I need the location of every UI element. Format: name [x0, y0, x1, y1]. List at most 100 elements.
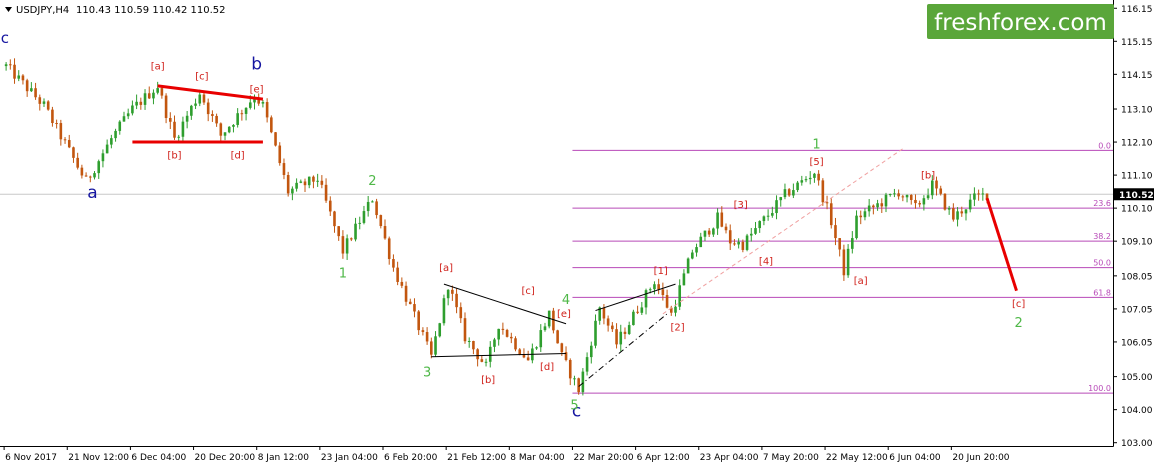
candle-body [501, 328, 505, 330]
candle-body [922, 198, 926, 205]
candle-body [594, 320, 597, 346]
y-tick-label: 103.00 [1121, 439, 1153, 449]
candle-body [312, 176, 315, 182]
candle-body [762, 216, 766, 222]
candle-body [943, 193, 947, 210]
candle-body [665, 295, 669, 308]
candle-body [573, 378, 576, 380]
candle-body [76, 157, 79, 168]
candle-body [38, 97, 42, 104]
candle-body [863, 211, 867, 218]
candle-body [851, 238, 854, 249]
candle-body [291, 188, 294, 194]
candle-body [686, 258, 690, 274]
candle-body [51, 109, 54, 124]
candle-body [232, 124, 235, 127]
candle-body [956, 211, 959, 220]
candle-body [931, 180, 934, 196]
x-tick-label: 23 Apr 04:00 [700, 453, 759, 463]
candle-body [396, 267, 399, 282]
candle-body [960, 211, 964, 214]
candle-body [800, 180, 804, 183]
candle-body [745, 235, 749, 250]
candle-body [611, 325, 614, 330]
wave-label: [a] [439, 263, 453, 274]
candle-body [400, 281, 404, 286]
fib-level-label: 0.0 [1098, 141, 1111, 150]
wave-label: [c] [1012, 299, 1025, 310]
candle-body [779, 197, 783, 201]
x-tick-label: 6 Feb 20:00 [384, 453, 438, 463]
y-tick-label: 109.10 [1121, 238, 1153, 248]
candle-body [156, 88, 159, 93]
candle-body [274, 132, 277, 146]
candle-body [867, 205, 871, 212]
wave-label: [a] [151, 61, 165, 72]
wave-label: [b] [921, 170, 935, 181]
candle-body [451, 289, 454, 294]
candle-body [821, 180, 825, 203]
candle-body [307, 176, 311, 186]
candle-body [13, 64, 16, 79]
candle-body [472, 340, 475, 350]
candle-body [842, 249, 846, 276]
current-price-label: 110.52 [1119, 191, 1154, 201]
y-tick-label: 112.10 [1121, 139, 1153, 149]
candle-body [278, 145, 282, 164]
candle-body [417, 311, 420, 331]
candle-body [164, 95, 168, 119]
candle-body [9, 64, 12, 66]
candle-body [4, 64, 8, 67]
candle-body [383, 226, 387, 239]
candle-body [67, 140, 71, 148]
wave-label: [a] [854, 276, 868, 287]
price-chart[interactable]: 0.023.638.250.061.8100.0 abcc[a][c][e][b… [0, 0, 1155, 465]
chart-root[interactable]: 0.0 23.6 38.2 50.0 61.8 100.0 a b c c [a] [c] [e] [b… [0, 0, 1155, 465]
wave-label: [c] [195, 71, 208, 82]
candle-body [535, 347, 538, 349]
candle-body [606, 318, 610, 326]
candle-body [640, 307, 644, 313]
candle-body [648, 289, 652, 291]
candle-body [63, 139, 67, 141]
wave-label: b [251, 54, 262, 74]
candle-body [282, 163, 286, 176]
wave-label: [d] [540, 362, 554, 373]
y-tick-label: 110.10 [1121, 205, 1153, 215]
candle-body [206, 102, 210, 115]
candle-body [198, 94, 202, 104]
candle-body [421, 330, 425, 333]
candle-body [724, 226, 728, 231]
x-tick-label: 8 Jan 12:00 [258, 453, 310, 463]
candle-body [160, 88, 164, 96]
candle-body [695, 247, 698, 253]
candle-body [316, 180, 319, 182]
candle-body [876, 203, 879, 208]
x-tick-label: 20 Jun 20:00 [952, 453, 1009, 463]
candle-body [122, 116, 126, 122]
candle-body [787, 189, 791, 196]
candle-body [139, 101, 143, 105]
candle-body [905, 194, 909, 198]
candle-body [897, 193, 900, 197]
candle-body [968, 199, 972, 210]
candle-body [804, 179, 808, 181]
candle-body [644, 290, 648, 308]
candle-body [526, 357, 530, 361]
candle-body [518, 349, 522, 355]
y-tick-label: 115.15 [1121, 38, 1153, 48]
candle-body [333, 211, 336, 227]
candle-body [89, 176, 92, 178]
candle-body [636, 311, 639, 313]
candle-body [362, 211, 366, 223]
candle-body [703, 230, 707, 237]
candle-body [758, 221, 761, 229]
candle-body [771, 213, 774, 216]
candle-body [699, 236, 703, 248]
candle-body [194, 103, 197, 106]
candle-body [303, 181, 307, 186]
candle-body [442, 298, 446, 324]
candle-body [691, 252, 694, 259]
candle-body [223, 132, 227, 136]
candle-body [585, 357, 589, 372]
